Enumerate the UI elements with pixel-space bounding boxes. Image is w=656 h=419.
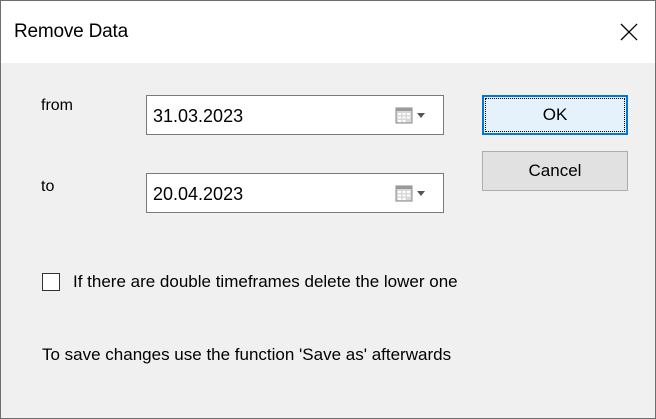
close-button[interactable]: [605, 1, 655, 63]
to-date-value: 20.04.2023: [153, 184, 244, 204]
focus-rectangle: [485, 98, 625, 132]
to-calendar-button[interactable]: [395, 184, 433, 204]
title-bar: Remove Data: [1, 1, 655, 63]
from-calendar-button[interactable]: [395, 106, 433, 126]
calendar-dropdown-icon: [395, 107, 425, 124]
dialog-title: Remove Data: [14, 21, 128, 42]
from-date-picker[interactable]: 31.03.2023: [146, 95, 444, 135]
from-date-value: 31.03.2023: [153, 106, 244, 126]
to-date-picker[interactable]: 20.04.2023: [146, 173, 444, 213]
cancel-button[interactable]: Cancel: [482, 151, 628, 191]
remove-data-dialog: Remove Data from 31.03.2023 to 20.04.202…: [0, 0, 656, 419]
ok-button[interactable]: OK: [482, 95, 628, 135]
save-info-text: To save changes use the function 'Save a…: [42, 345, 452, 364]
cancel-button-label: Cancel: [528, 161, 582, 180]
close-icon: [620, 23, 638, 41]
calendar-dropdown-icon: [395, 185, 425, 202]
double-timeframes-label[interactable]: If there are double timeframes delete th…: [73, 272, 458, 292]
to-label: to: [41, 178, 55, 195]
double-timeframes-checkbox[interactable]: [42, 273, 60, 291]
from-label: from: [41, 97, 73, 114]
